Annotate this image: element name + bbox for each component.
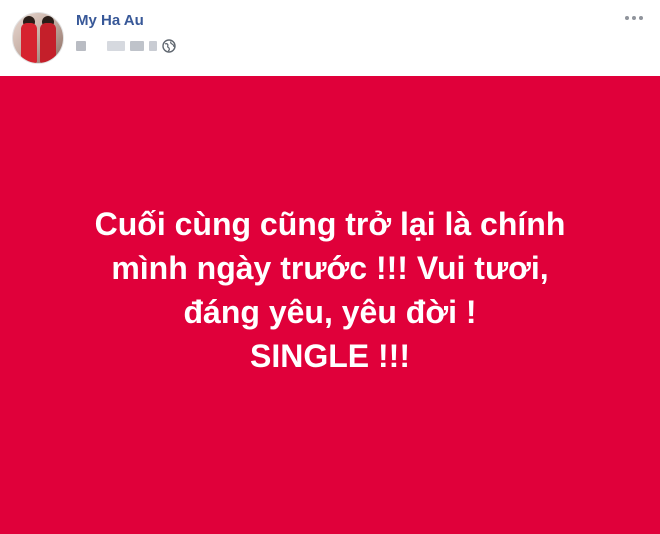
avatar-figure: [21, 23, 37, 63]
post-meta: [76, 38, 176, 54]
avatar-figure: [40, 23, 56, 63]
blurred-timestamp: [76, 41, 86, 51]
avatar[interactable]: [12, 12, 64, 64]
status-post: My Ha Au Cuối cùng cũng trở lại là chính…: [0, 0, 660, 534]
status-line: SINGLE !!!: [250, 338, 410, 374]
status-line: mình ngày trước !!! Vui tươi,: [111, 250, 549, 286]
blurred-timestamp: [130, 41, 144, 51]
author-name[interactable]: My Ha Au: [76, 12, 144, 29]
dot: [625, 16, 629, 20]
status-line: đáng yêu, yêu đời !: [183, 294, 477, 330]
colored-status-background: Cuối cùng cũng trở lại là chính mình ngà…: [0, 76, 660, 534]
blurred-timestamp: [107, 41, 125, 51]
status-line: Cuối cùng cũng trở lại là chính: [94, 206, 566, 242]
status-text: Cuối cùng cũng trở lại là chính mình ngà…: [50, 202, 610, 378]
dot: [632, 16, 636, 20]
post-header: My Ha Au: [0, 0, 660, 76]
more-options-icon[interactable]: [622, 10, 646, 26]
dot: [639, 16, 643, 20]
blurred-timestamp: [149, 41, 157, 51]
globe-icon[interactable]: [162, 39, 176, 53]
